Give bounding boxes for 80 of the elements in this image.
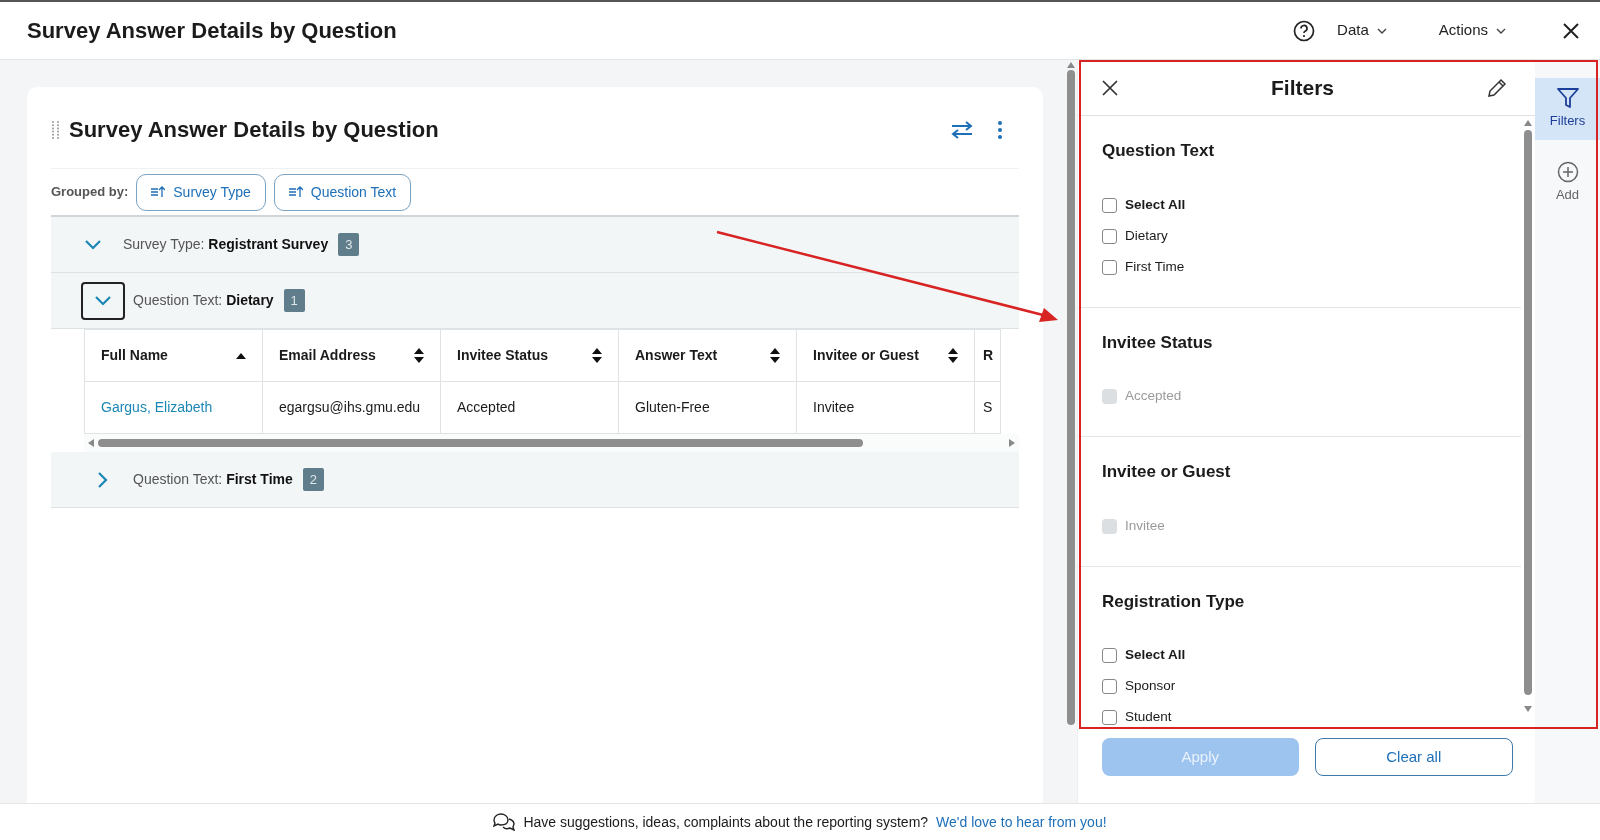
sort-icon[interactable] — [592, 348, 602, 363]
option-label: Select All — [1125, 195, 1186, 214]
rail-tab[interactable]: Add — [1535, 152, 1600, 214]
table-cell: Invitee — [813, 399, 855, 415]
pencil-icon[interactable] — [1487, 77, 1507, 98]
count-badge: 2 — [302, 467, 325, 492]
scroll-right-icon[interactable] — [1009, 439, 1015, 447]
chevron-down-icon — [85, 239, 101, 250]
swap-icon[interactable] — [951, 120, 973, 139]
scroll-down-icon[interactable] — [1524, 706, 1532, 712]
drag-handle-icon[interactable] — [51, 119, 61, 140]
sort-icon — [288, 186, 303, 198]
checkbox[interactable] — [1102, 228, 1117, 244]
checkbox[interactable] — [1102, 710, 1117, 725]
count-badge: 3 — [338, 232, 360, 257]
report-title: Survey Answer Details by Question — [69, 116, 440, 144]
scroll-up-icon[interactable] — [1524, 120, 1532, 126]
panel-title: Filters — [1271, 74, 1334, 101]
option-label: Student — [1125, 708, 1172, 727]
chevron-down-icon — [1376, 27, 1387, 34]
section-title: Invitee or Guest — [1102, 461, 1232, 483]
expand-toggle[interactable] — [81, 281, 125, 320]
group-label: Question Text: First Time — [133, 470, 293, 489]
column-header[interactable]: Answer Text — [635, 345, 718, 366]
table-cell: Gluten-Free — [635, 399, 710, 415]
column-header[interactable]: Full Name — [101, 345, 168, 366]
chevron-down-icon — [95, 295, 111, 306]
sort-icon[interactable] — [414, 348, 424, 363]
clear-button[interactable]: Clear all — [1314, 738, 1513, 776]
group-row[interactable]: Question Text: First Time 2 — [51, 452, 1019, 508]
scroll-left-icon[interactable] — [88, 439, 94, 447]
count-badge: 1 — [283, 288, 305, 313]
close-icon[interactable] — [1102, 79, 1118, 96]
group-label: Question Text: Dietary — [133, 291, 274, 310]
table-cell: S — [983, 399, 993, 415]
menu-button[interactable]: Actions — [1432, 15, 1512, 46]
table-cell: egargsu@ihs.gmu.edu — [279, 399, 421, 415]
chevron-down-icon — [1496, 27, 1506, 34]
more-icon[interactable] — [997, 119, 1003, 140]
sort-icon — [151, 186, 166, 198]
group-row[interactable]: Survey Type: Registrant Survey 3 — [51, 217, 1019, 273]
group-chip[interactable]: Question Text — [273, 173, 412, 211]
scrollbar-thumb[interactable] — [1067, 70, 1075, 725]
name-link[interactable]: Gargus, Elizabeth — [101, 399, 213, 415]
option-label: Dietary — [1125, 226, 1168, 245]
grouped-by-label: Grouped by: — [51, 183, 129, 202]
add-icon — [1556, 161, 1579, 184]
section-title: Registration Type — [1102, 590, 1246, 613]
checkbox[interactable] — [1102, 259, 1117, 275]
option-label: First Time — [1125, 257, 1185, 276]
option-label: Accepted — [1125, 387, 1182, 406]
help-icon[interactable] — [1293, 19, 1316, 42]
group-row[interactable]: Question Text: Dietary 1 — [51, 273, 1019, 329]
option-label: Select All — [1125, 646, 1186, 665]
checkbox[interactable] — [1102, 197, 1117, 213]
sort-icon[interactable] — [948, 348, 958, 363]
menu-button[interactable]: Data — [1331, 15, 1393, 46]
sort-ascending-icon[interactable] — [236, 352, 246, 359]
chevron-right-icon — [98, 471, 108, 488]
page-title: Survey Answer Details by Question — [27, 17, 398, 45]
checkbox[interactable] — [1102, 679, 1117, 694]
rail-tab[interactable]: Filters — [1535, 78, 1600, 140]
checkbox[interactable] — [1102, 648, 1117, 663]
section-title: Invitee Status — [1102, 331, 1214, 354]
option-label: Sponsor — [1125, 677, 1176, 696]
option-label: Invitee — [1125, 516, 1165, 535]
chat-icon — [493, 813, 516, 831]
group-label: Survey Type: Registrant Survey — [123, 235, 329, 254]
close-icon[interactable] — [1562, 21, 1580, 40]
sort-icon[interactable] — [770, 348, 780, 363]
column-header[interactable]: R — [983, 345, 994, 366]
section-title: Question Text — [1102, 140, 1216, 162]
scrollbar-thumb[interactable] — [98, 439, 863, 447]
table-cell: Accepted — [457, 399, 516, 415]
filter-icon — [1556, 87, 1579, 110]
feedback-text: Have suggestions, ideas, complaints about the reporting system? — [523, 812, 929, 832]
group-chip[interactable]: Survey Type — [136, 173, 266, 211]
scrollbar-thumb[interactable] — [1524, 130, 1532, 695]
scroll-up-icon[interactable] — [1067, 62, 1075, 68]
feedback-link[interactable]: We'd love to hear from you! — [936, 811, 1107, 833]
